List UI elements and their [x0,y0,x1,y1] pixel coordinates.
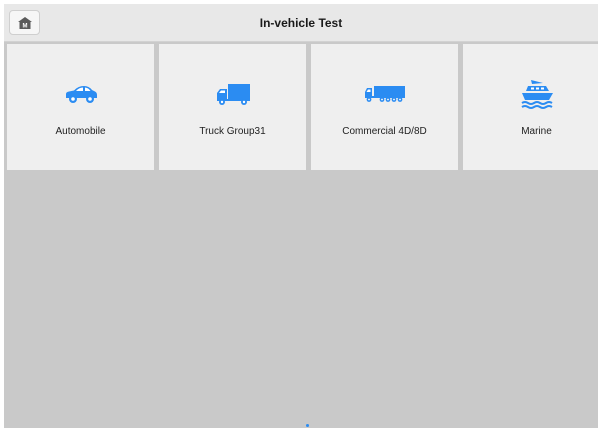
category-grid: Automobile Truck Group31 Commercial 4D/8… [7,44,598,172]
tile-commercial-4d-8d[interactable]: Commercial 4D/8D [311,44,458,170]
app-screen: In-vehicle Test M Automobile Truck Group… [4,4,598,428]
semi-truck-icon [364,86,405,102]
page-title: In-vehicle Test [259,16,343,30]
home-button[interactable]: M [9,10,40,35]
tile-automobile[interactable]: Automobile [7,44,154,170]
tile-truck-group31[interactable]: Truck Group31 [159,44,306,170]
home-icon: M [17,16,32,29]
tile-label: Automobile [55,126,106,137]
tile-label: Commercial 4D/8D [342,126,427,137]
truck-icon [216,84,250,105]
home-letter: M [22,23,27,29]
tile-label: Marine [521,126,552,137]
tile-label: Truck Group31 [199,126,266,137]
title-bar: In-vehicle Test M [4,4,598,42]
car-icon [65,86,97,103]
page-indicator-dot [306,424,309,427]
boat-icon [520,80,553,109]
tile-marine[interactable]: Marine [463,44,598,170]
